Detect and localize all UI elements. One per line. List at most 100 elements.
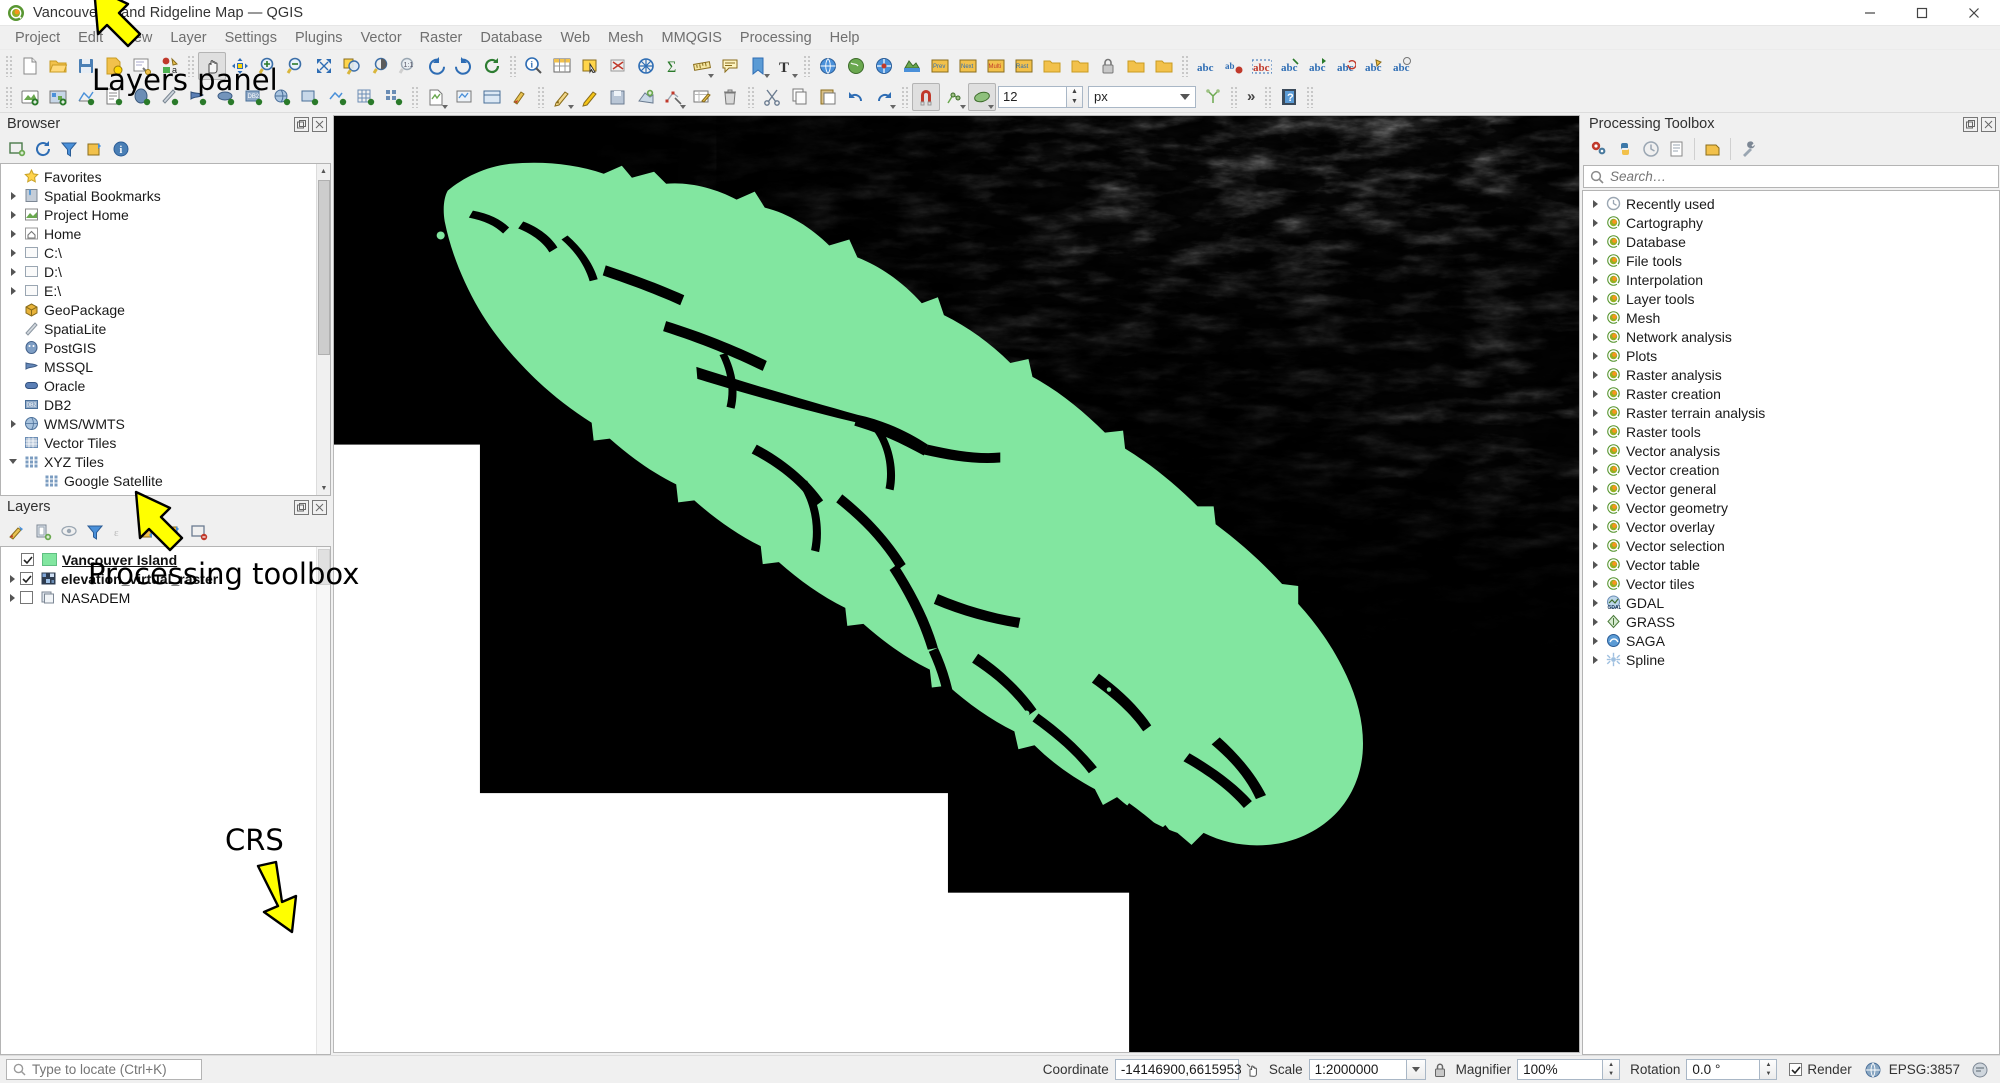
zoom-last-icon[interactable] (422, 52, 450, 80)
undo-icon[interactable] (842, 83, 870, 111)
open-layer-styling-icon[interactable] (4, 520, 29, 545)
globe-overview-icon[interactable] (842, 52, 870, 80)
provider-vector-tiles[interactable]: Vector tiles (1583, 574, 1999, 593)
twisty-icon[interactable] (1587, 617, 1603, 626)
label-highlight-icon[interactable]: abc (1248, 52, 1276, 80)
provider-mesh[interactable]: Mesh (1583, 308, 1999, 327)
zoom-out-icon[interactable] (282, 52, 310, 80)
collapse-all-icon-layers[interactable] (160, 520, 185, 545)
text-annotation-icon[interactable]: T (772, 52, 800, 80)
browser-item-drive-c[interactable]: C:\ (1, 243, 330, 262)
magnifier-up-icon[interactable]: ▲ (1603, 1060, 1619, 1070)
float-panel-icon-processing[interactable] (1963, 116, 1978, 132)
browser-item-google-satellite[interactable]: Google Satellite (1, 471, 330, 490)
refresh-icon[interactable] (478, 52, 506, 80)
twisty-icon[interactable] (1587, 237, 1603, 246)
refresh-icon-browser[interactable] (30, 137, 55, 162)
locator-input[interactable] (32, 1062, 209, 1077)
browser-item-mssql[interactable]: MSSQL (1, 357, 330, 376)
add-layer-icon[interactable] (4, 137, 29, 162)
plugin-prev-icon[interactable]: Prev (926, 52, 954, 80)
twisty-icon[interactable] (1587, 389, 1603, 398)
browser-tree[interactable]: Favorites Spatial Bookmarks Project Home (0, 163, 331, 496)
plugin-raster-icon[interactable]: Rast (1010, 52, 1038, 80)
manage-map-themes-icon[interactable] (56, 520, 81, 545)
layers-tree[interactable]: Vancouver Island elevation_virtual_raste… (0, 546, 331, 1055)
menu-edit[interactable]: Edit (69, 28, 112, 48)
topological-editing-icon[interactable] (1199, 83, 1227, 111)
twisty-icon[interactable] (1587, 313, 1603, 322)
label-show-hide-icon[interactable]: abc (1276, 52, 1304, 80)
snapping-options-icon[interactable] (940, 83, 968, 111)
show-map-tips-icon[interactable] (716, 52, 744, 80)
label-properties-icon[interactable]: abc (1388, 52, 1416, 80)
measure-line-icon[interactable] (688, 52, 716, 80)
processing-tree[interactable]: Recently used Cartography Database File … (1582, 190, 2000, 1055)
toolbar2-grip-6[interactable] (1230, 85, 1238, 108)
browser-item-spatial-bookmarks[interactable]: Spatial Bookmarks (1, 186, 330, 205)
rotation-value[interactable]: 0.0 ° (1686, 1059, 1761, 1080)
twisty-icon[interactable] (5, 419, 21, 428)
browser-item-wms-wmts[interactable]: WMS/WMTS (1, 414, 330, 433)
new-print-layout-icon[interactable] (128, 52, 156, 80)
label-pin-icon[interactable]: ab (1220, 52, 1248, 80)
menu-raster[interactable]: Raster (411, 28, 472, 48)
browser-item-project-home[interactable]: Project Home (1, 205, 330, 224)
chevron-down-icon-units[interactable] (1180, 93, 1190, 100)
toolbar2-grip-4[interactable] (747, 85, 755, 108)
browser-item-favorites[interactable]: Favorites (1, 167, 330, 186)
chevron-down-icon-8[interactable] (960, 104, 966, 109)
label-move-icon[interactable]: abc (1304, 52, 1332, 80)
twisty-icon[interactable] (1587, 294, 1603, 303)
twisty-icon[interactable] (5, 286, 21, 295)
twisty-icon[interactable] (1587, 199, 1603, 208)
style-manager-icon[interactable]: a (156, 52, 184, 80)
zoom-to-selection-icon[interactable] (338, 52, 366, 80)
map-canvas[interactable] (333, 115, 1580, 1053)
twisty-icon[interactable] (1587, 598, 1603, 607)
add-vector-tile-icon[interactable] (352, 83, 380, 111)
toolbar-grip-3[interactable] (509, 54, 517, 77)
provider-cartography[interactable]: Cartography (1583, 213, 1999, 232)
zoom-next-icon[interactable] (450, 52, 478, 80)
toolbar2-grip-3[interactable] (537, 85, 545, 108)
help-icon[interactable]: ? (1275, 83, 1303, 111)
menu-mesh[interactable]: Mesh (599, 28, 652, 48)
menu-vector[interactable]: Vector (352, 28, 411, 48)
toolbar-grip-2[interactable] (187, 54, 195, 77)
layer-row-nasadem[interactable]: NASADEM (1, 588, 330, 607)
messages-log-icon[interactable] (1969, 1059, 1991, 1081)
scroll-up-icon[interactable]: ▲ (317, 164, 330, 178)
provider-raster-creation[interactable]: Raster creation (1583, 384, 1999, 403)
float-panel-icon-layers[interactable] (294, 499, 309, 515)
twisty-icon[interactable] (1587, 332, 1603, 341)
plugin-folder-c-icon[interactable] (1122, 52, 1150, 80)
add-oracle-icon[interactable] (212, 83, 240, 111)
pan-map-icon[interactable] (198, 51, 226, 80)
deselect-features-icon[interactable] (604, 52, 632, 80)
toggle-extents-icon[interactable] (1242, 1059, 1264, 1081)
toolbar-grip-4[interactable] (803, 54, 811, 77)
rotation-down-icon[interactable]: ▼ (1760, 1070, 1776, 1080)
browser-item-drive-d[interactable]: D:\ (1, 262, 330, 281)
browser-item-drive-e[interactable]: E:\ (1, 281, 330, 300)
add-postgis-icon[interactable] (128, 83, 156, 111)
provider-vector-analysis[interactable]: Vector analysis (1583, 441, 1999, 460)
twisty-icon[interactable] (1587, 408, 1603, 417)
provider-vector-table[interactable]: Vector table (1583, 555, 1999, 574)
close-panel-icon-layers[interactable] (312, 499, 327, 515)
open-model-icon[interactable] (1586, 137, 1611, 162)
results-viewer-icon[interactable] (1664, 137, 1689, 162)
open-attribute-table-icon[interactable] (548, 52, 576, 80)
vertex-tool-icon[interactable] (660, 83, 688, 111)
toolbar2-grip[interactable] (5, 85, 13, 108)
add-group-icon[interactable] (30, 520, 55, 545)
twisty-icon[interactable] (1587, 503, 1603, 512)
layers-scrollbar[interactable] (316, 547, 330, 1054)
close-panel-icon-browser[interactable] (312, 116, 327, 132)
stepper-down-icon[interactable]: ▼ (1067, 97, 1082, 107)
provider-recently-used[interactable]: Recently used (1583, 194, 1999, 213)
twisty-icon[interactable] (1587, 636, 1603, 645)
add-wcs-icon[interactable] (296, 83, 324, 111)
browser-scrollbar[interactable]: ▲ ▼ (316, 164, 330, 495)
